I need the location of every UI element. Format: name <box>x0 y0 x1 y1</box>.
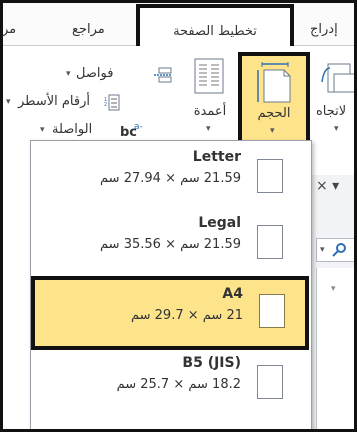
tab-insert[interactable]: إدراج <box>310 22 338 37</box>
line-numbers-dropdown-icon: ▾ <box>6 97 11 107</box>
page-thumbnail-icon <box>257 225 283 259</box>
tab-partial-left[interactable]: مر <box>2 22 16 37</box>
line-numbers-icon: 1 2 <box>104 94 120 111</box>
svg-text:a-: a- <box>134 122 143 132</box>
svg-text:2: 2 <box>104 102 107 108</box>
pane-dropdown-icon: ▾ <box>331 284 336 294</box>
breaks-icon <box>154 67 172 83</box>
tab-page-layout-label: تخطيط الصفحة <box>173 24 257 39</box>
size-button[interactable]: الحجم ▾ <box>238 52 310 144</box>
paper-size-letter[interactable]: Letter 21.59 سم × 27.94 سم <box>31 141 311 203</box>
paper-size-dimensions: 21 سم × 29.7 سم <box>130 308 243 323</box>
paper-size-legal[interactable]: Legal 21.59 سم × 35.56 سم <box>31 207 311 269</box>
hyphenation-icon: bc a- <box>120 122 143 140</box>
paper-size-name: B5 (JIS) <box>182 355 241 371</box>
close-pane-icon[interactable]: × ▾ <box>316 178 339 194</box>
orientation-dropdown-icon: ▾ <box>334 124 339 134</box>
columns-button[interactable]: أعمدة ▾ <box>186 54 234 140</box>
columns-label: أعمدة <box>193 104 227 119</box>
paper-size-name: Letter <box>192 149 241 165</box>
page-thumbnail-icon <box>257 159 283 193</box>
hyphenation-dropdown-icon: ▾ <box>40 125 45 135</box>
line-numbers-button[interactable]: ▾ أرقام الأسطر 1 2 <box>6 94 184 112</box>
hyphenation-button[interactable]: ▾ الواصلة bc a- <box>40 122 180 140</box>
breaks-label: فواصل <box>76 66 114 81</box>
paper-size-dimensions: 21.59 سم × 27.94 سم <box>100 171 241 186</box>
page-thumbnail-icon <box>257 365 283 399</box>
search-icon <box>332 243 346 257</box>
paper-size-name: A4 <box>222 286 243 302</box>
columns-icon <box>194 58 224 94</box>
paper-size-name: Legal <box>198 215 241 231</box>
line-numbers-label: أرقام الأسطر <box>18 94 91 109</box>
page-thumbnail-icon <box>259 294 285 328</box>
breaks-dropdown-icon: ▾ <box>66 69 71 79</box>
size-dropdown-icon: ▾ <box>270 126 275 136</box>
navigation-pane: ▾ <box>316 268 357 432</box>
breaks-button[interactable]: ▾ فواصل <box>60 66 180 84</box>
orientation-icon <box>321 63 357 93</box>
hyphenation-label: الواصلة <box>52 122 93 137</box>
paper-size-a4[interactable]: A4 21 سم × 29.7 سم <box>31 276 309 350</box>
paper-size-dimensions: 21.59 سم × 35.56 سم <box>100 237 241 252</box>
tab-references[interactable]: مراجع <box>72 22 105 37</box>
paper-size-dropdown: Letter 21.59 سم × 27.94 سم Legal 21.59 س… <box>30 140 312 432</box>
paper-size-dimensions: 18.2 سم × 25.7 سم <box>116 377 241 392</box>
orientation-label: لاتجاه <box>316 104 347 119</box>
size-label: الحجم <box>257 106 291 121</box>
paper-size-b5-jis[interactable]: B5 (JIS) 18.2 سم × 25.7 سم <box>31 347 311 409</box>
columns-dropdown-icon: ▾ <box>206 124 211 134</box>
size-icon <box>257 62 291 103</box>
orientation-button[interactable]: لاتجاه ▾ <box>314 54 357 140</box>
search-box[interactable]: ▾ <box>316 238 357 262</box>
search-dropdown-icon: ▾ <box>320 245 325 255</box>
tab-page-layout[interactable]: تخطيط الصفحة <box>136 4 294 47</box>
